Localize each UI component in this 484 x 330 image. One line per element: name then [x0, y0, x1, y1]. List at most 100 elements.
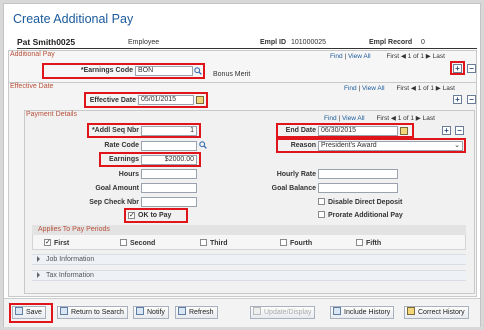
add-row-icon[interactable]: +: [453, 95, 462, 104]
empl-id-value: 101000025: [291, 39, 327, 46]
view-all-link[interactable]: View All: [342, 115, 365, 122]
prev-icon[interactable]: ◀: [401, 53, 406, 60]
correct-history-button[interactable]: Correct History: [404, 306, 469, 319]
effective-date-title: Effective Date: [10, 83, 54, 90]
row-count: 1 of 1: [407, 53, 424, 60]
fourth-period-checkbox[interactable]: [280, 239, 287, 246]
first-period-checkbox[interactable]: ✓: [44, 239, 51, 246]
row-count: 1 of 1: [417, 85, 434, 92]
first-link[interactable]: First: [376, 115, 389, 122]
effective-date-label: Effective Date: [89, 97, 136, 104]
addl-seq-label: *Addl Seq Nbr: [91, 127, 139, 134]
tax-information-label[interactable]: Tax Information: [46, 272, 94, 279]
next-icon[interactable]: ▶: [426, 53, 431, 60]
prev-icon[interactable]: ◀: [391, 115, 396, 122]
effective-date-input[interactable]: 05/01/2015: [138, 95, 194, 105]
fifth-period-checkbox[interactable]: [356, 239, 363, 246]
second-period-label: Second: [130, 240, 156, 247]
pay-periods-title: Applies To Pay Periods: [38, 226, 110, 233]
next-icon[interactable]: ▶: [416, 115, 421, 122]
page-frame: Create Additional Pay Pat Smith0025 Empl…: [3, 3, 481, 327]
ok-to-pay-label: OK to Pay: [138, 212, 172, 219]
find-link[interactable]: Find: [344, 85, 357, 92]
third-period-label: Third: [210, 240, 228, 247]
calendar-icon[interactable]: [196, 96, 204, 104]
empl-record-value: 0: [421, 39, 425, 46]
empl-id-label: Empl ID: [260, 39, 287, 46]
return-to-search-button[interactable]: Return to Search: [57, 306, 128, 319]
delete-row-icon[interactable]: −: [467, 64, 476, 73]
expand-arrow-icon[interactable]: [37, 272, 40, 278]
notify-icon: [136, 307, 144, 315]
header-divider: [17, 48, 477, 49]
save-button[interactable]: Save: [12, 306, 46, 319]
employee-name: Pat Smith0025: [17, 37, 76, 47]
employee-role: Employee: [128, 39, 160, 46]
goal-amount-label: Goal Amount: [95, 185, 139, 192]
reason-selected-value: President's Award: [321, 142, 377, 149]
reason-label: Reason: [290, 142, 316, 149]
end-date-input[interactable]: 06/30/2015: [318, 126, 398, 136]
addl-seq-input[interactable]: 1: [141, 126, 197, 136]
end-date-label: End Date: [285, 127, 316, 134]
last-link[interactable]: Last: [433, 53, 445, 60]
prorate-additional-pay-checkbox[interactable]: [318, 211, 325, 218]
empl-record-label: Empl Record: [369, 39, 413, 46]
view-all-link[interactable]: View All: [348, 53, 371, 60]
sep-check-input[interactable]: [141, 197, 197, 207]
hours-input[interactable]: [141, 169, 197, 179]
hourly-rate-label: Hourly Rate: [276, 171, 316, 178]
prev-icon[interactable]: ◀: [411, 85, 416, 92]
fourth-period-label: Fourth: [290, 240, 313, 247]
first-link[interactable]: First: [386, 53, 399, 60]
find-link[interactable]: Find: [330, 53, 343, 60]
page-title: Create Additional Pay: [13, 12, 134, 26]
goal-amount-input[interactable]: [141, 183, 197, 193]
add-row-icon[interactable]: +: [453, 64, 462, 73]
find-link[interactable]: Find: [324, 115, 337, 122]
last-link[interactable]: Last: [423, 115, 435, 122]
third-period-checkbox[interactable]: [200, 239, 207, 246]
payment-details-title: Payment Details: [26, 111, 77, 118]
ok-to-pay-checkbox[interactable]: ✓: [128, 212, 135, 219]
refresh-button[interactable]: Refresh: [175, 306, 218, 319]
hours-label: Hours: [118, 171, 139, 178]
hourly-rate-input[interactable]: [318, 169, 398, 179]
earnings-code-input[interactable]: BON: [135, 66, 193, 76]
delete-row-icon[interactable]: −: [455, 126, 464, 135]
refresh-icon: [178, 307, 186, 315]
view-all-link[interactable]: View All: [362, 85, 385, 92]
rate-code-input[interactable]: [141, 141, 197, 151]
additional-pay-title: Additional Pay: [10, 51, 55, 58]
earnings-label: Earnings: [109, 156, 139, 163]
expand-arrow-icon[interactable]: [37, 256, 40, 262]
earnings-code-description: Bonus Merit: [213, 71, 251, 78]
search-icon[interactable]: [194, 67, 202, 75]
payment-details-nav: Find | View All First ◀ 1 of 1 ▶ Last: [324, 115, 435, 122]
notify-button[interactable]: Notify: [133, 306, 169, 319]
search-icon[interactable]: [199, 141, 207, 149]
fifth-period-label: Fifth: [366, 240, 382, 247]
add-row-icon[interactable]: +: [442, 126, 451, 135]
calendar-icon[interactable]: [400, 127, 408, 135]
last-link[interactable]: Last: [443, 85, 455, 92]
first-link[interactable]: First: [396, 85, 409, 92]
earnings-code-label: *Earnings Code: [80, 67, 133, 74]
next-icon[interactable]: ▶: [436, 85, 441, 92]
goal-balance-input[interactable]: [318, 183, 398, 193]
earnings-input[interactable]: $2000.00: [141, 155, 197, 165]
delete-row-icon[interactable]: −: [467, 95, 476, 104]
include-history-button[interactable]: Include History: [330, 306, 395, 319]
reason-select[interactable]: President's Award ⌄: [318, 141, 463, 151]
tax-information-section[interactable]: [32, 270, 466, 281]
disable-direct-deposit-checkbox[interactable]: [318, 198, 325, 205]
chevron-down-icon: ⌄: [454, 142, 460, 149]
second-period-checkbox[interactable]: [120, 239, 127, 246]
job-information-section[interactable]: [32, 254, 466, 265]
update-display-button[interactable]: Update/Display: [250, 306, 316, 319]
job-information-label[interactable]: Job Information: [46, 256, 94, 263]
goal-balance-label: Goal Balance: [271, 185, 316, 192]
update-display-icon: [253, 307, 261, 315]
sep-check-label: Sep Check Nbr: [89, 199, 139, 206]
additional-pay-nav: Find | View All First ◀ 1 of 1 ▶ Last: [330, 53, 445, 60]
